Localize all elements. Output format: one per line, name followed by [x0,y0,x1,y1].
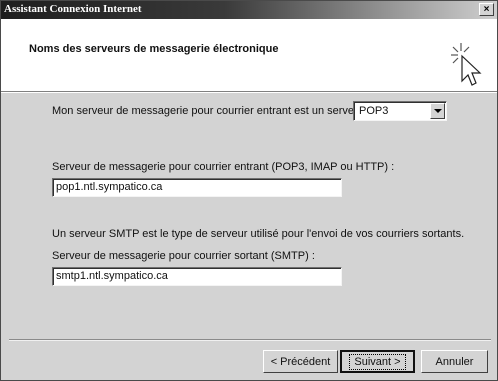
smtp-info-text: Un serveur SMTP est le type de serveur u… [52,228,465,240]
chevron-down-icon[interactable] [430,103,445,119]
cancel-button-label: Annuler [435,355,474,368]
incoming-type-value: POP3 [359,105,389,117]
close-icon: × [483,3,490,15]
wizard-cursor-icon [451,43,482,86]
page-title: Noms des serveurs de messagerie électron… [29,43,279,55]
outgoing-server-input[interactable]: smtp1.ntl.sympatico.ca [52,267,342,286]
back-button-label: < Précédent [270,355,331,368]
cancel-button[interactable]: Annuler [421,350,488,373]
wizard-header: Noms des serveurs de messagerie électron… [1,19,497,92]
title-bar[interactable]: Assistant Connexion Internet × [1,1,497,19]
close-button[interactable]: × [479,3,494,16]
incoming-server-input[interactable]: pop1.ntl.sympatico.ca [52,178,342,197]
next-button[interactable]: Suivant > [340,350,415,373]
back-button[interactable]: < Précédent [263,350,338,373]
outgoing-server-label: Serveur de messagerie pour courrier sort… [52,250,315,262]
footer-separator [9,339,491,341]
window-title: Assistant Connexion Internet [4,3,142,15]
incoming-server-label: Serveur de messagerie pour courrier entr… [52,161,395,173]
next-button-label: Suivant > [349,353,406,370]
incoming-type-select[interactable]: POP3 [353,101,447,121]
wizard-window: Assistant Connexion Internet × Noms des … [0,0,498,381]
incoming-type-label: Mon serveur de messagerie pour courrier … [52,105,364,117]
header-divider [1,92,497,93]
